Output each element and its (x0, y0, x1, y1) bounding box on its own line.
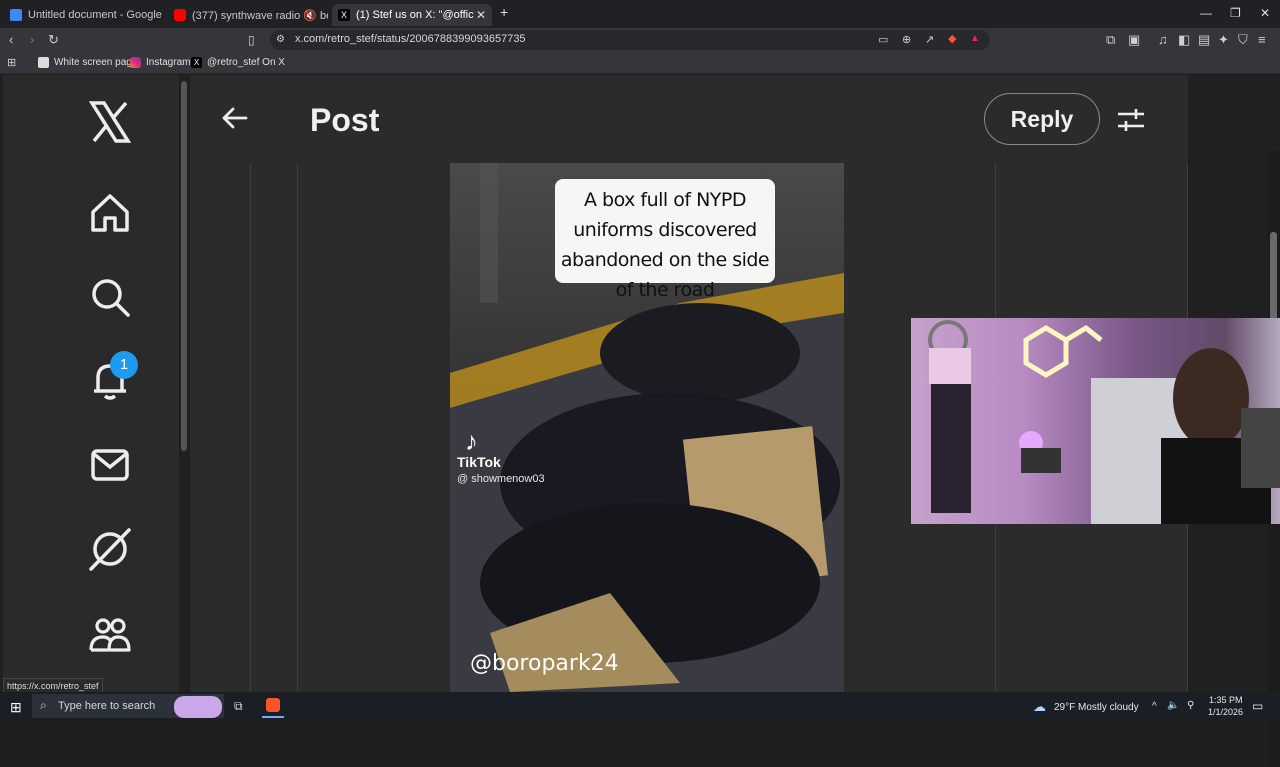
share-icon[interactable]: ↗ (925, 33, 934, 47)
x-icon: X (191, 57, 202, 68)
minimize-icon[interactable]: — (1200, 6, 1212, 20)
youtube-icon (174, 9, 186, 21)
site-info-icon[interactable]: ⚙ (276, 33, 285, 47)
tab-youtube[interactable]: (377) synthwave radio 🔇 beats t (168, 4, 328, 26)
crypto-wallet-icon[interactable]: ▤ (1198, 33, 1210, 47)
bookmark-label: @retro_stef On X (207, 57, 285, 68)
weather-icon[interactable]: ☁ (1033, 699, 1046, 715)
back-nav-icon[interactable]: ‹ (9, 33, 13, 47)
tab-title: (1) Stef us on X: "@officer_Lew W (356, 9, 474, 21)
column-divider (250, 163, 251, 692)
tiktok-logo: ♪ TikTok (457, 428, 501, 470)
tiktok-handle: @ showmenow03 (457, 473, 545, 485)
search-highlight-icon (174, 696, 222, 718)
browser-tab-strip: Untitled document - Google Docs (377) sy… (0, 0, 1280, 28)
url-text: x.com/retro_stef/status/2006788399093657… (295, 33, 526, 45)
cast-icon[interactable]: ▭ (878, 33, 888, 47)
tiktok-label: TikTok (457, 454, 501, 470)
clock-date: 1/1/2026 (1208, 707, 1244, 717)
bookmark-instagram[interactable]: Instagram (130, 57, 190, 68)
vpn-icon[interactable]: ⛉ (1238, 33, 1248, 47)
search-icon: ⌕ (40, 698, 47, 712)
instagram-icon (130, 57, 141, 68)
brave-shields-icon[interactable]: ◆ (948, 32, 956, 46)
communities-icon[interactable] (87, 610, 133, 656)
close-tab-icon[interactable]: ✕ (476, 8, 486, 22)
bookmarks-bar: ⊞ White screen page Instagram X @retro_s… (0, 52, 1280, 74)
video-caption: A box full of NYPD uniforms discovered a… (555, 179, 775, 301)
tab-title: (377) synthwave radio 🔇 beats t (192, 9, 328, 22)
address-bar[interactable]: ⚙ x.com/retro_stef/status/20067883990936… (270, 30, 990, 50)
wallet-icon[interactable]: ▣ (1128, 33, 1140, 47)
tray-overflow-icon[interactable]: ^ (1152, 701, 1157, 712)
back-arrow-icon[interactable] (220, 103, 250, 133)
bookmark-label: Instagram (146, 57, 191, 68)
reply-button[interactable]: Reply (984, 93, 1100, 145)
new-tab-icon[interactable]: + (500, 4, 508, 20)
tiktok-note-icon: ♪ (465, 426, 478, 456)
post-video[interactable]: A box full of NYPD uniforms discovered a… (450, 163, 844, 692)
webcam-overlay (911, 318, 1280, 524)
filters-icon[interactable] (1116, 105, 1146, 135)
sidebar-toggle-icon[interactable]: ◧ (1178, 33, 1190, 47)
sidebar-scrollbar[interactable] (181, 81, 187, 451)
weather-text: Mostly cloudy (1078, 702, 1139, 713)
extensions-icon[interactable]: ⧉ (1106, 33, 1115, 47)
notification-center-icon[interactable]: ▭ (1252, 699, 1263, 713)
video-watermark: @boropark24 (470, 651, 619, 676)
grok-icon[interactable] (87, 526, 133, 572)
column-divider (297, 163, 298, 692)
menu-icon[interactable]: ≡ (1258, 33, 1266, 47)
restore-icon[interactable]: ❐ (1230, 6, 1241, 20)
bookmark-label: White screen page (54, 57, 138, 68)
apps-grid-icon[interactable]: ⊞ (7, 56, 16, 70)
tab-x-post[interactable]: X (1) Stef us on X: "@officer_Lew W ✕ (332, 4, 492, 26)
tab-google-docs[interactable]: Untitled document - Google Docs (4, 4, 164, 26)
close-window-icon[interactable]: ✕ (1260, 6, 1270, 20)
x-icon: X (338, 9, 350, 21)
bookmark-icon[interactable]: ▯ (248, 33, 255, 47)
task-view-icon[interactable]: ⧉ (234, 699, 243, 714)
bookmark-white-screen[interactable]: White screen page (38, 57, 137, 68)
page-icon (38, 57, 49, 68)
notification-badge: 1 (110, 351, 138, 379)
tab-title: Untitled document - Google Docs (28, 9, 164, 21)
webcam-scene-illustration (911, 318, 1280, 524)
brave-icon (266, 698, 280, 712)
brave-rewards-icon[interactable]: ▲ (970, 32, 980, 46)
weather-temp: 29°F (1054, 702, 1076, 713)
windows-start-icon[interactable]: ⊞ (10, 699, 22, 716)
page-title: Post (310, 102, 380, 138)
x-logo-icon[interactable] (87, 99, 133, 145)
zoom-icon[interactable]: ⊕ (902, 33, 911, 47)
search-icon[interactable] (87, 274, 133, 320)
leo-icon[interactable]: ✦ (1218, 33, 1229, 47)
messages-icon[interactable] (87, 442, 133, 488)
docs-icon (10, 9, 22, 21)
taskbar-search-placeholder: Type here to search (58, 700, 156, 712)
forward-nav-icon[interactable]: › (30, 33, 34, 47)
network-icon[interactable]: ⚲ (1187, 700, 1194, 711)
music-icon[interactable]: ♫ (1158, 33, 1168, 47)
home-icon[interactable] (87, 190, 133, 236)
volume-icon[interactable]: 🔈 (1167, 700, 1179, 711)
clock-time: 1:35 PM (1209, 695, 1243, 705)
reload-icon[interactable]: ↻ (48, 33, 59, 47)
bookmark-retro-stef[interactable]: X @retro_stef On X (191, 57, 285, 68)
